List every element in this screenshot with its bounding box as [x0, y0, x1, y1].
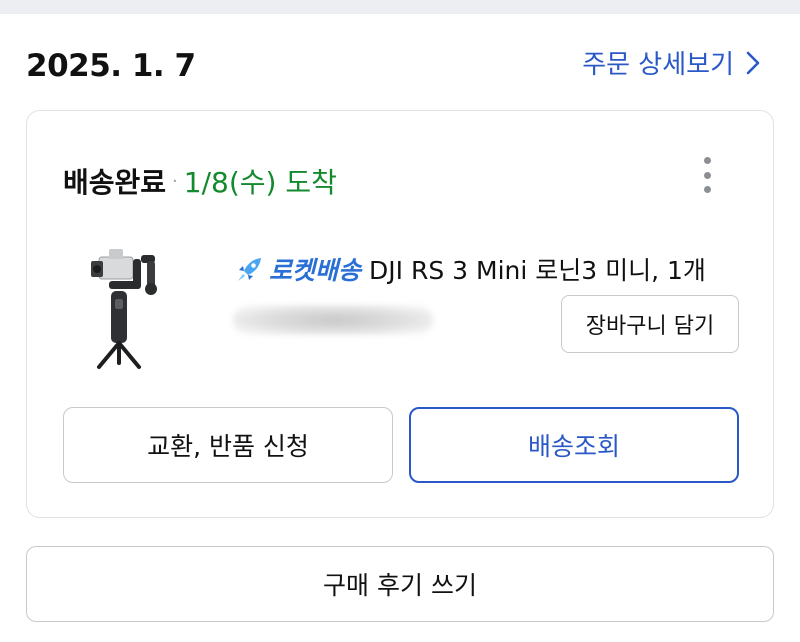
delivery-status: 배송완료 · 1/8(수) 도착 [63, 161, 337, 201]
chevron-right-icon [746, 51, 760, 74]
track-delivery-button[interactable]: 배송조회 [409, 407, 739, 483]
order-detail-label: 주문 상세보기 [582, 50, 734, 80]
order-detail-link[interactable]: 주문 상세보기 [582, 44, 762, 81]
product-thumbnail[interactable] [89, 237, 209, 377]
blurred-option-text [233, 305, 433, 335]
delivery-status-label: 배송완료 [63, 166, 167, 199]
status-separator: · [172, 170, 178, 192]
order-section: 2025. 1. 7 주문 상세보기 배송완료 · 1/8(수) 도착 로켓배송… [0, 14, 800, 642]
product-name: DJI RS 3 Mini 로닌3 미니, 1개 [369, 256, 706, 285]
order-item-card: 배송완료 · 1/8(수) 도착 로켓배송 DJI RS 3 Mini 로닌3 … [26, 110, 774, 518]
more-vertical-icon [703, 157, 711, 164]
rocket-delivery-badge: 로켓배송 [235, 251, 361, 287]
product-title[interactable]: 로켓배송 DJI RS 3 Mini 로닌3 미니, 1개 [235, 251, 706, 287]
add-to-cart-button[interactable]: 장바구니 담기 [561, 295, 739, 353]
rocket-delivery-label: 로켓배송 [269, 256, 362, 285]
exchange-return-button[interactable]: 교환, 반품 신청 [63, 407, 393, 483]
write-review-button[interactable]: 구매 후기 쓰기 [26, 546, 774, 622]
rocket-icon [238, 258, 261, 281]
more-options-button[interactable] [697, 157, 717, 193]
order-date: 2025. 1. 7 [26, 48, 196, 84]
arrival-date: 1/8(수) 도착 [183, 166, 337, 199]
